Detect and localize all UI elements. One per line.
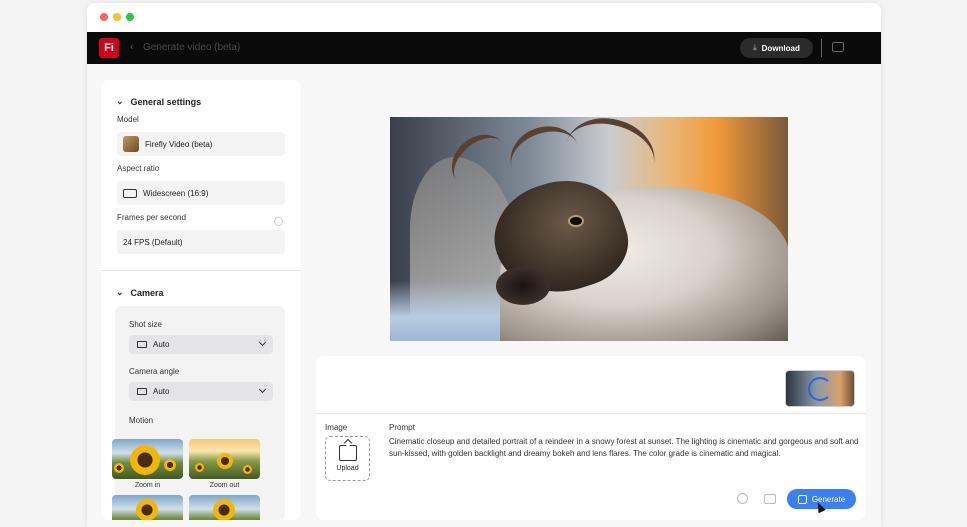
close-window-button[interactable] [100, 13, 108, 21]
video-camera-icon [137, 341, 147, 348]
panel-divider [316, 413, 866, 414]
image-upload-button[interactable]: Upload [325, 436, 370, 481]
motion-option-zoom-out[interactable] [189, 439, 260, 479]
feedback-icon[interactable] [832, 42, 844, 52]
prompt-label: Prompt [389, 423, 415, 432]
shot-size-label: Shot size [129, 320, 162, 329]
page-title: Generate video (beta) [143, 42, 241, 53]
prompt-input[interactable]: Cinematic closeup and detailed portrait … [389, 436, 859, 460]
zoom-in-caption: Zoom in [134, 482, 161, 489]
model-selector[interactable]: Firefly Video (beta) [117, 132, 285, 156]
model-thumbnail-icon [123, 136, 139, 152]
image-reference-icon[interactable] [764, 494, 776, 504]
model-value: Firefly Video (beta) [145, 139, 213, 149]
widescreen-icon [123, 188, 137, 198]
section-divider [101, 270, 301, 271]
image-label: Image [325, 423, 348, 432]
maximize-window-button[interactable] [126, 13, 134, 21]
download-label: Download [761, 43, 800, 53]
info-icon[interactable] [274, 217, 283, 226]
camera-angle-select[interactable]: Auto [129, 382, 273, 401]
camera-settings-panel: Shot size Auto Camera angle Auto Motion [112, 306, 285, 520]
fps-selector[interactable]: 24 FPS (Default) [117, 230, 285, 254]
camera-angle-label: Camera angle [129, 367, 180, 376]
firefly-logo[interactable]: Fi [99, 38, 119, 58]
general-settings-heading: General settings [130, 96, 202, 107]
loading-spinner-icon [808, 377, 832, 401]
fps-value: 24 FPS (Default) [123, 237, 183, 247]
prompt-panel: Image Prompt Upload Cinematic closeup an… [316, 356, 866, 520]
camera-angle-value: Auto [153, 387, 170, 396]
video-history-thumbnail[interactable] [785, 370, 855, 407]
chevron-down-icon [258, 338, 267, 347]
generate-icon [797, 494, 807, 504]
app-header: Fi ‹ Generate video (beta) ⤓ Download [87, 32, 881, 64]
chevron-down-icon: ⌄ [116, 96, 124, 106]
aspect-ratio-label: Aspect ratio [117, 164, 160, 173]
settings-sidebar: ⌄ General settings Model Firefly Video (… [101, 80, 301, 520]
download-icon: ⤓ [753, 43, 757, 52]
chevron-down-icon: ⌄ [116, 287, 124, 297]
zoom-out-thumbnail [189, 439, 260, 479]
zoom-in-thumbnail [112, 439, 183, 479]
shot-size-select[interactable]: Auto [129, 335, 273, 354]
motion-option-4[interactable] [189, 495, 260, 520]
header-divider [821, 39, 822, 57]
video-camera-icon [137, 388, 147, 395]
motion-label: Motion [129, 416, 154, 425]
back-chevron-icon[interactable]: ‹ [130, 41, 134, 53]
motion-option-zoom-in[interactable] [112, 439, 183, 479]
window-titlebar [87, 3, 881, 32]
aspect-ratio-value: Widescreen (16:9) [143, 188, 209, 198]
fps-label: Frames per second [117, 213, 186, 222]
chevron-down-icon [258, 385, 267, 394]
model-label: Model [117, 115, 139, 124]
zoom-out-caption: Zoom out [209, 482, 240, 489]
download-button[interactable]: ⤓ Download [740, 38, 813, 58]
upload-image-icon [338, 445, 357, 461]
motion-option-3[interactable] [112, 495, 183, 520]
shot-size-value: Auto [153, 340, 170, 349]
generated-video-preview[interactable] [390, 117, 788, 341]
aspect-ratio-selector[interactable]: Widescreen (16:9) [117, 181, 285, 205]
general-settings-header[interactable]: ⌄ General settings [116, 96, 201, 107]
camera-header[interactable]: ⌄ Camera [116, 287, 164, 298]
history-icon[interactable] [737, 493, 748, 504]
minimize-window-button[interactable] [113, 13, 121, 21]
camera-heading: Camera [130, 287, 164, 298]
app-window: Fi ‹ Generate video (beta) ⤓ Download ⌄ … [87, 3, 881, 527]
upload-label: Upload [336, 465, 359, 472]
